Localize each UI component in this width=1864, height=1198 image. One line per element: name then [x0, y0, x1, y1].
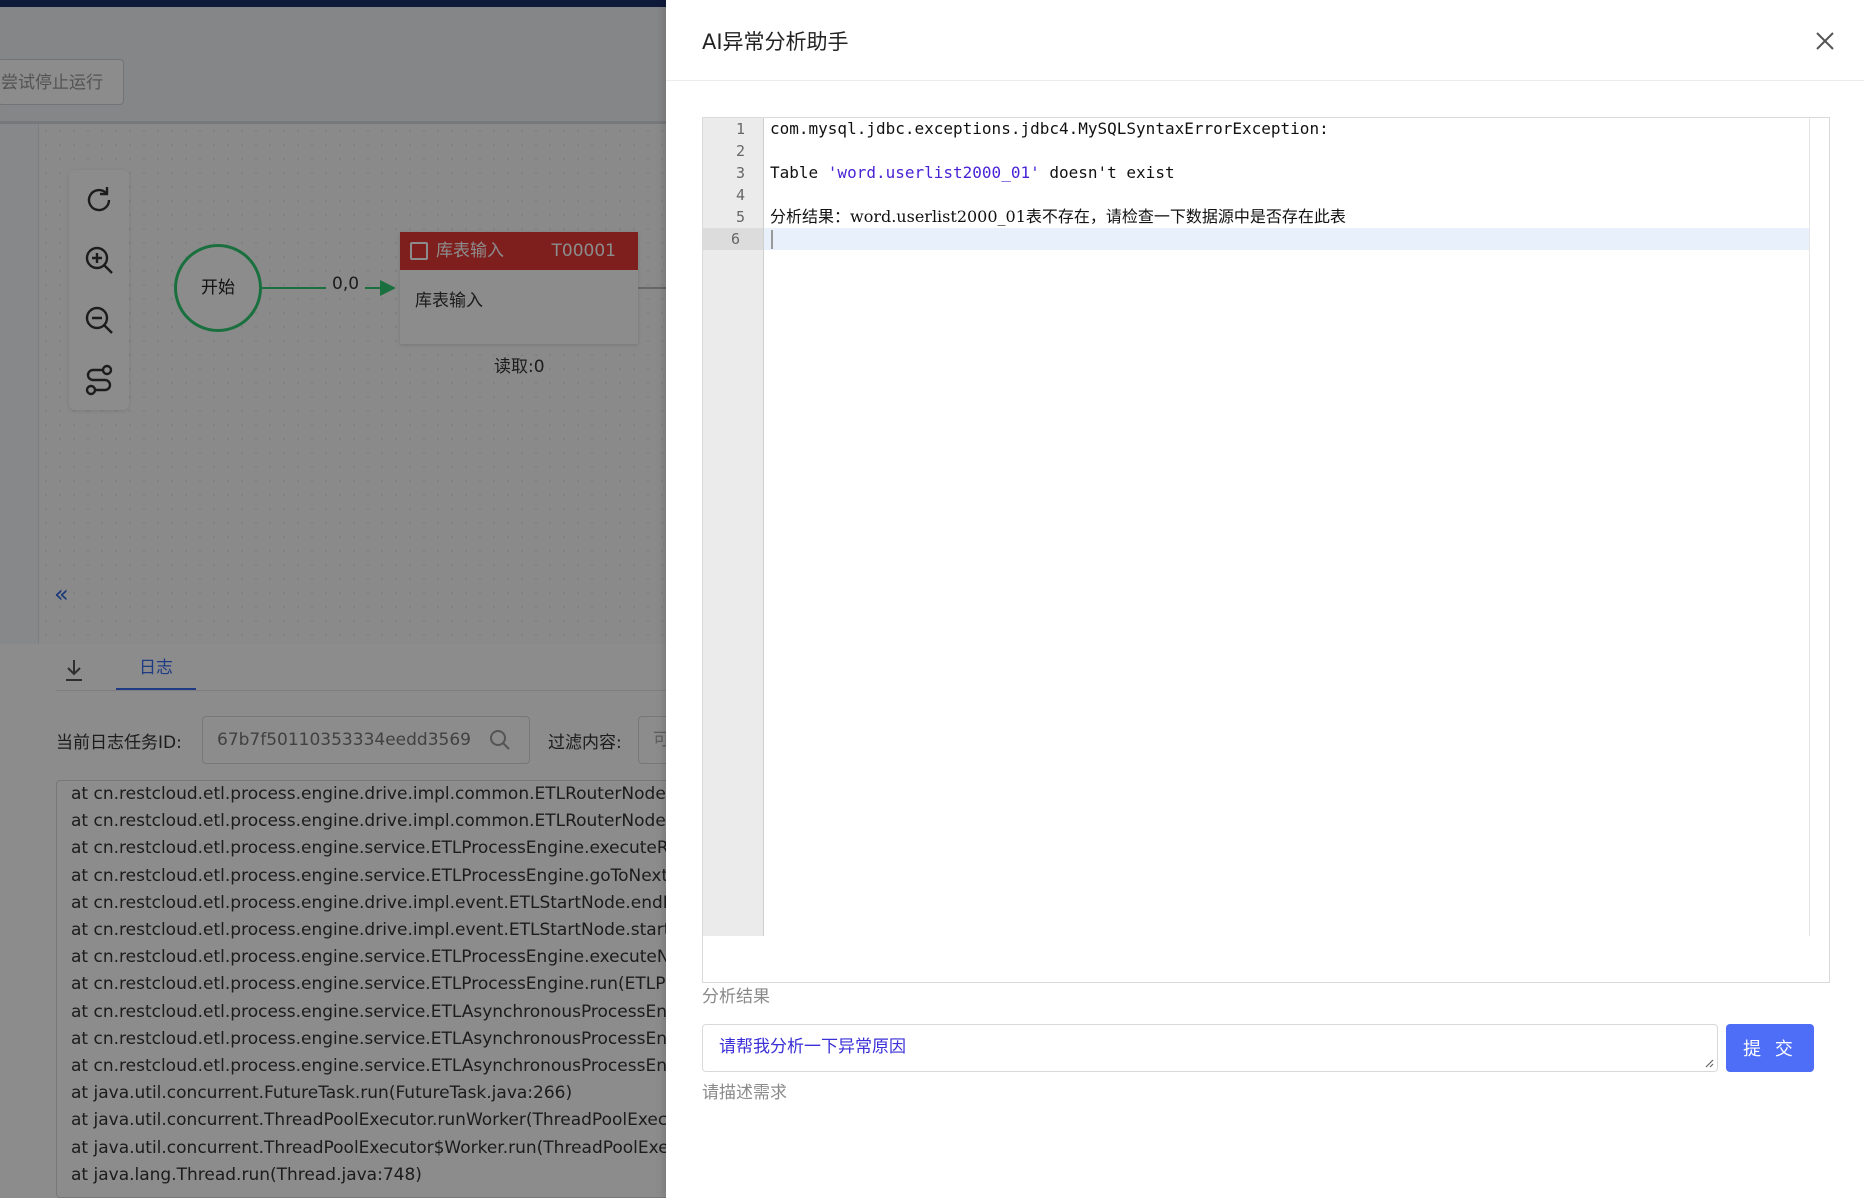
- line-number: 3: [735, 164, 745, 182]
- editor-content[interactable]: com.mysql.jdbc.exceptions.jdbc4.MySQLSyn…: [764, 118, 1810, 936]
- code-editor[interactable]: 1 2 3 4 5 6 com.mysql.jdbc.exceptions.jdbc4.M…: [702, 117, 1830, 983]
- line-number: 5: [735, 208, 745, 226]
- line-number: 1: [735, 120, 745, 138]
- close-icon[interactable]: [1814, 30, 1836, 52]
- text-cursor: [771, 230, 773, 249]
- drawer-header: AI异常分析助手: [666, 0, 1864, 81]
- submit-button[interactable]: 提 交: [1726, 1024, 1814, 1072]
- code-line-3-suffix: doesn't exist: [1039, 163, 1175, 182]
- code-line-5: 分析结果：word.userlist2000_01表不存在，请检查一下数据源中是…: [770, 207, 1346, 226]
- resize-grip-icon[interactable]: [1704, 1058, 1714, 1068]
- line-number: 4: [735, 186, 745, 204]
- request-hint: 请描述需求: [702, 1083, 787, 1103]
- ai-assistant-drawer: AI异常分析助手 1 2 3 4 5 6 com.mysql.jdbc.exception…: [666, 0, 1864, 1198]
- editor-hint: 分析结果: [702, 987, 770, 1007]
- request-input[interactable]: 请帮我分析一下异常原因: [702, 1024, 1718, 1072]
- request-input-text: 请帮我分析一下异常原因: [719, 1037, 906, 1057]
- active-line-highlight: [764, 228, 1809, 250]
- line-number: 6: [703, 228, 763, 250]
- code-line-1: com.mysql.jdbc.exceptions.jdbc4.MySQLSyn…: [770, 119, 1329, 138]
- code-line-3: Table 'word.userlist2000_01' doesn't exi…: [770, 162, 1175, 184]
- code-line-3-string: 'word.userlist2000_01': [827, 163, 1040, 182]
- code-line-3-prefix: Table: [770, 163, 828, 182]
- line-number: 2: [735, 142, 745, 160]
- editor-gutter: 1 2 3 4 5 6: [703, 118, 764, 936]
- drawer-title: AI异常分析助手: [702, 30, 849, 54]
